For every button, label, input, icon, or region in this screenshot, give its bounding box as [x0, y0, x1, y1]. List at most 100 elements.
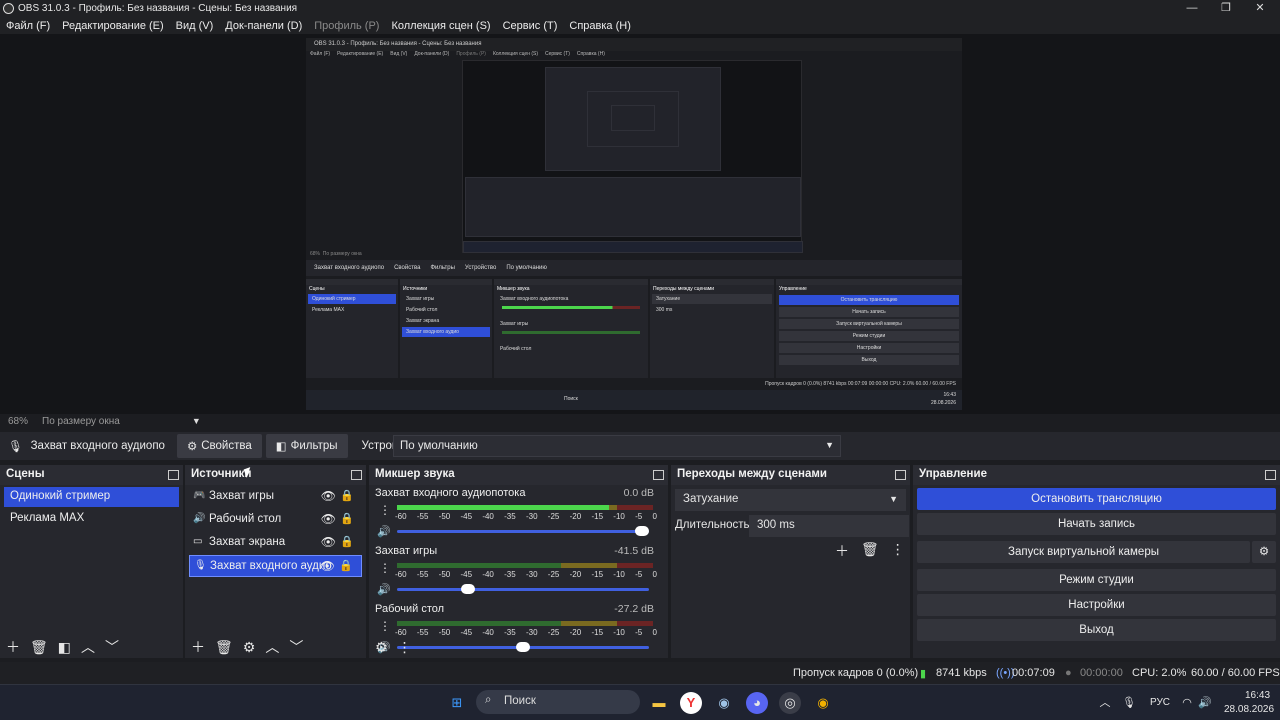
speaker-icon[interactable]: 🔊: [377, 583, 391, 596]
arrow-down-icon[interactable]: ﹀: [105, 637, 119, 657]
lock-icon[interactable]: 🔒: [340, 512, 354, 525]
duration-input[interactable]: 300 ms: [749, 515, 909, 537]
lock-icon[interactable]: 🔒: [340, 535, 354, 548]
tick-label: -35: [504, 512, 516, 521]
steam-icon[interactable]: ◉: [713, 692, 735, 714]
sources-dock: Источники 🎮 Захват игры 👁 🔒 🔊 Рабочий стол 👁 🔒…: [185, 465, 366, 658]
studio-mode-button[interactable]: Режим студии: [917, 569, 1276, 591]
add-icon[interactable]: ＋: [835, 541, 849, 561]
menu-help[interactable]: Справка (H): [569, 20, 630, 32]
menu-profile[interactable]: Профиль (P): [314, 20, 379, 32]
windows-start-icon[interactable]: ⊞: [446, 692, 468, 714]
zoom-bar: 68% По размеру окна ▼: [0, 414, 1280, 428]
trash-icon[interactable]: 🗑: [215, 639, 233, 656]
yandex-browser-icon[interactable]: Y: [680, 692, 702, 714]
fps: 60.00 / 60.00 FPS: [1191, 667, 1280, 679]
arrow-up-icon[interactable]: ︿: [81, 637, 95, 657]
nested-scenes-dock: Сцены Одинокий стример Реклама MAX: [306, 279, 398, 378]
menu-dots-icon[interactable]: ⋮: [398, 639, 412, 656]
trash-icon[interactable]: 🗑: [30, 639, 48, 656]
microphone-tray-icon[interactable]: 🎙: [1118, 692, 1140, 714]
source-item[interactable]: 🎮 Захват игры 👁 🔒: [189, 486, 362, 508]
properties-button[interactable]: ⚙ Свойства: [176, 434, 262, 458]
tick-label: -5: [635, 570, 643, 579]
maximize-button[interactable]: ❐: [1209, 0, 1243, 17]
undock-icon[interactable]: [168, 470, 179, 480]
tick-label: -10: [613, 512, 625, 521]
source-item[interactable]: ▭ Захват экрана 👁 🔒: [189, 532, 362, 554]
eye-icon[interactable]: 👁: [321, 489, 336, 503]
eye-icon[interactable]: 👁: [321, 535, 336, 549]
stream-time: 00:07:09: [1012, 667, 1055, 679]
zoom-mode[interactable]: По размеру окна: [42, 416, 120, 427]
obs-taskbar-icon[interactable]: ◎: [779, 692, 801, 714]
menu-file[interactable]: Файл (F): [6, 20, 50, 32]
undock-icon[interactable]: [653, 470, 664, 480]
add-icon[interactable]: ＋: [191, 637, 205, 657]
stop-stream-button[interactable]: Остановить трансляцию: [917, 488, 1276, 510]
volume-slider[interactable]: [397, 526, 649, 536]
transition-select[interactable]: Затухание ▼: [675, 489, 906, 511]
taskbar-search[interactable]: ⌕ Поиск: [476, 690, 640, 714]
tick-label: -55: [416, 512, 429, 521]
menu-edit[interactable]: Редактирование (E): [62, 20, 164, 32]
undock-icon[interactable]: [1265, 470, 1276, 480]
source-item[interactable]: 🎙 Захват входного аудио 👁 🔒: [189, 555, 362, 577]
clock-time[interactable]: 16:43: [1245, 690, 1270, 701]
eye-icon[interactable]: 👁: [321, 512, 336, 526]
clock-date[interactable]: 28.08.2026: [1224, 704, 1274, 715]
exit-button[interactable]: Выход: [917, 619, 1276, 641]
filters-button[interactable]: ◧ Фильтры: [265, 434, 348, 458]
tray-chevron-up-icon[interactable]: ︿: [1094, 692, 1116, 714]
chevron-down-icon: ▼: [889, 494, 898, 504]
discord-icon[interactable]: ◕: [746, 692, 768, 714]
start-record-button[interactable]: Начать запись: [917, 513, 1276, 535]
speaker-icon[interactable]: 🔊: [377, 525, 391, 538]
level-meter: [397, 621, 653, 626]
preview-canvas[interactable]: OBS 31.0.3 - Профиль: Без названия - Сце…: [306, 38, 962, 410]
device-select[interactable]: По умолчанию ▼: [393, 435, 841, 457]
menu-docks[interactable]: Док-панели (D): [225, 20, 302, 32]
add-icon[interactable]: ＋: [6, 637, 20, 657]
channel-db: 0.0 dB: [623, 487, 654, 499]
zoom-dropdown-icon[interactable]: ▼: [192, 416, 201, 426]
undock-icon[interactable]: [351, 470, 362, 480]
menu-dots-icon[interactable]: ⋮: [379, 619, 391, 633]
volume-knob[interactable]: [635, 526, 649, 536]
menu-dots-icon[interactable]: ⋮: [379, 503, 391, 517]
keyboard-language[interactable]: РУС: [1150, 697, 1170, 708]
volume-slider[interactable]: [397, 584, 649, 594]
menu-dots-icon[interactable]: ⋮: [891, 541, 905, 561]
minimize-button[interactable]: —: [1175, 0, 1209, 17]
volume-knob[interactable]: [460, 584, 475, 594]
menu-tools[interactable]: Сервис (T): [503, 20, 558, 32]
lock-icon[interactable]: 🔒: [340, 489, 354, 502]
tick-label: -30: [525, 570, 538, 579]
transition-buttons: ＋ 🗑 ⋮: [835, 541, 905, 561]
gear-icon[interactable]: ⚙: [375, 639, 388, 656]
arrow-up-icon[interactable]: ︿: [265, 637, 279, 657]
virtual-camera-button[interactable]: Запуск виртуальной камеры: [917, 541, 1250, 563]
folder-icon[interactable]: ▬: [648, 692, 670, 714]
menu-dots-icon[interactable]: ⋮: [379, 561, 391, 575]
undock-icon[interactable]: [895, 470, 906, 480]
tick-label: -50: [438, 570, 451, 579]
filter-icon[interactable]: ◧: [58, 639, 71, 656]
lock-icon[interactable]: 🔒: [339, 559, 353, 572]
settings-button[interactable]: Настройки: [917, 594, 1276, 616]
eye-icon[interactable]: 👁: [320, 559, 335, 573]
chrome-icon[interactable]: ◉: [812, 692, 834, 714]
tick-label: -60: [395, 512, 407, 521]
source-item[interactable]: 🔊 Рабочий стол 👁 🔒: [189, 509, 362, 531]
close-button[interactable]: ✕: [1243, 0, 1277, 17]
menu-view[interactable]: Вид (V): [176, 20, 214, 32]
arrow-down-icon[interactable]: ﹀: [289, 637, 303, 657]
gear-icon[interactable]: ⚙: [1252, 541, 1276, 563]
microphone-icon: 🎙: [194, 560, 207, 571]
scene-item[interactable]: Реклама MAX: [4, 509, 179, 529]
volume-icon[interactable]: 🔊: [1194, 692, 1216, 714]
gear-icon[interactable]: ⚙: [243, 639, 256, 656]
trash-icon[interactable]: 🗑: [861, 541, 879, 561]
scene-item[interactable]: Одинокий стример: [4, 487, 179, 507]
menu-scene-collection[interactable]: Коллекция сцен (S): [391, 20, 490, 32]
